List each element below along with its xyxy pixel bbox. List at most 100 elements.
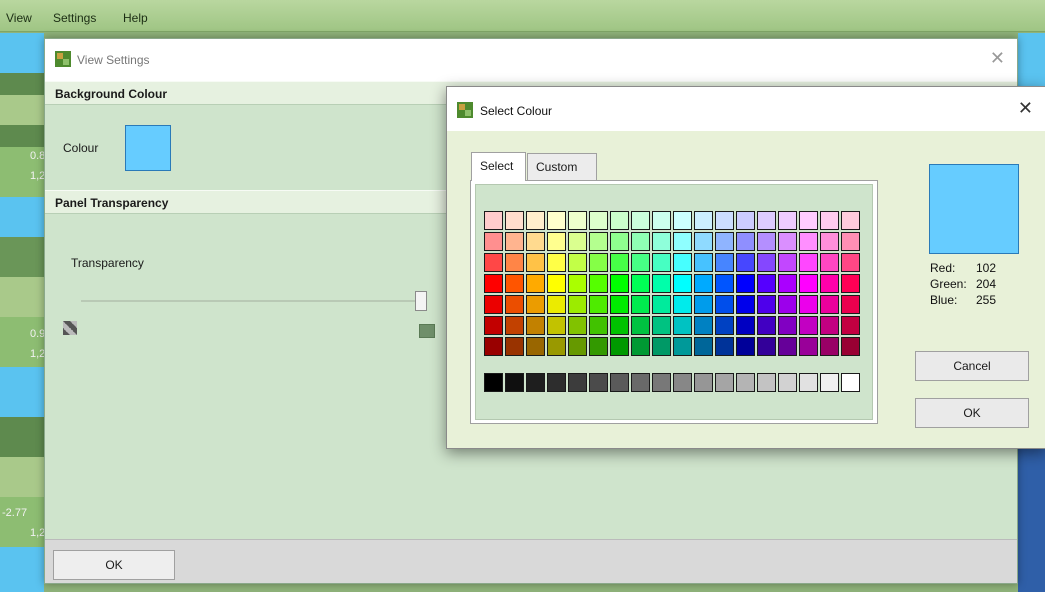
palette-swatch[interactable] [757, 316, 776, 335]
palette-swatch[interactable] [526, 295, 545, 314]
palette-swatch[interactable] [799, 337, 818, 356]
colour-swatch[interactable] [125, 125, 171, 171]
palette-swatch[interactable] [484, 232, 503, 251]
palette-swatch[interactable] [757, 253, 776, 272]
palette-swatch[interactable] [715, 211, 734, 230]
palette-swatch[interactable] [778, 295, 797, 314]
palette-swatch[interactable] [631, 232, 650, 251]
palette-swatch[interactable] [694, 274, 713, 293]
palette-swatch[interactable] [778, 337, 797, 356]
palette-swatch[interactable] [505, 295, 524, 314]
tab-custom[interactable]: Custom [527, 153, 597, 180]
palette-swatch[interactable] [736, 316, 755, 335]
palette-swatch[interactable] [694, 316, 713, 335]
tab-select[interactable]: Select [471, 152, 526, 181]
palette-swatch[interactable] [526, 232, 545, 251]
palette-swatch[interactable] [589, 337, 608, 356]
palette-swatch[interactable] [526, 337, 545, 356]
grayscale-swatch[interactable] [841, 373, 860, 392]
palette-swatch[interactable] [610, 316, 629, 335]
palette-swatch[interactable] [589, 211, 608, 230]
palette-swatch[interactable] [799, 295, 818, 314]
menu-view[interactable]: View [6, 11, 32, 25]
palette-swatch[interactable] [589, 295, 608, 314]
palette-swatch[interactable] [484, 274, 503, 293]
palette-swatch[interactable] [526, 274, 545, 293]
palette-swatch[interactable] [547, 274, 566, 293]
palette-swatch[interactable] [568, 253, 587, 272]
palette-swatch[interactable] [778, 232, 797, 251]
palette-swatch[interactable] [694, 232, 713, 251]
cancel-button[interactable]: Cancel [915, 351, 1029, 381]
palette-swatch[interactable] [736, 211, 755, 230]
palette-swatch[interactable] [757, 295, 776, 314]
palette-swatch[interactable] [631, 211, 650, 230]
palette-swatch[interactable] [820, 232, 839, 251]
palette-swatch[interactable] [505, 337, 524, 356]
palette-swatch[interactable] [715, 337, 734, 356]
palette-swatch[interactable] [484, 316, 503, 335]
palette-swatch[interactable] [736, 337, 755, 356]
palette-swatch[interactable] [673, 253, 692, 272]
palette-swatch[interactable] [736, 232, 755, 251]
palette-swatch[interactable] [778, 316, 797, 335]
palette-swatch[interactable] [652, 232, 671, 251]
grayscale-swatch[interactable] [778, 373, 797, 392]
grayscale-swatch[interactable] [505, 373, 524, 392]
palette-swatch[interactable] [610, 337, 629, 356]
palette-swatch[interactable] [673, 232, 692, 251]
palette-swatch[interactable] [757, 211, 776, 230]
grayscale-swatch[interactable] [820, 373, 839, 392]
palette-swatch[interactable] [799, 316, 818, 335]
grayscale-swatch[interactable] [799, 373, 818, 392]
palette-swatch[interactable] [505, 274, 524, 293]
palette-swatch[interactable] [652, 295, 671, 314]
palette-swatch[interactable] [757, 274, 776, 293]
palette-swatch[interactable] [736, 253, 755, 272]
palette-swatch[interactable] [589, 253, 608, 272]
palette-swatch[interactable] [589, 232, 608, 251]
palette-swatch[interactable] [715, 295, 734, 314]
palette-swatch[interactable] [631, 316, 650, 335]
palette-swatch[interactable] [799, 232, 818, 251]
menu-settings[interactable]: Settings [53, 11, 96, 25]
palette-swatch[interactable] [820, 295, 839, 314]
palette-swatch[interactable] [568, 316, 587, 335]
palette-swatch[interactable] [799, 211, 818, 230]
palette-swatch[interactable] [841, 295, 860, 314]
close-icon[interactable]: ✕ [1018, 98, 1033, 119]
palette-swatch[interactable] [778, 274, 797, 293]
ok-button[interactable]: OK [915, 398, 1029, 428]
palette-swatch[interactable] [778, 253, 797, 272]
palette-swatch[interactable] [610, 211, 629, 230]
palette-swatch[interactable] [673, 316, 692, 335]
palette-swatch[interactable] [841, 316, 860, 335]
view-settings-titlebar[interactable]: View Settings ✕ [45, 39, 1017, 81]
grayscale-swatch[interactable] [673, 373, 692, 392]
palette-swatch[interactable] [799, 274, 818, 293]
palette-swatch[interactable] [568, 295, 587, 314]
palette-swatch[interactable] [547, 211, 566, 230]
grayscale-swatch[interactable] [610, 373, 629, 392]
palette-swatch[interactable] [631, 337, 650, 356]
palette-swatch[interactable] [631, 295, 650, 314]
palette-swatch[interactable] [652, 316, 671, 335]
grayscale-swatch[interactable] [736, 373, 755, 392]
grayscale-swatch[interactable] [652, 373, 671, 392]
transparency-slider[interactable] [81, 300, 421, 302]
palette-swatch[interactable] [694, 253, 713, 272]
palette-swatch[interactable] [757, 337, 776, 356]
palette-swatch[interactable] [715, 274, 734, 293]
palette-swatch[interactable] [694, 337, 713, 356]
palette-swatch[interactable] [841, 232, 860, 251]
palette-swatch[interactable] [820, 274, 839, 293]
palette-swatch[interactable] [652, 337, 671, 356]
palette-swatch[interactable] [715, 232, 734, 251]
palette-swatch[interactable] [694, 295, 713, 314]
palette-swatch[interactable] [715, 316, 734, 335]
grayscale-swatch[interactable] [568, 373, 587, 392]
palette-swatch[interactable] [694, 211, 713, 230]
ok-button[interactable]: OK [53, 550, 175, 580]
palette-swatch[interactable] [484, 211, 503, 230]
palette-swatch[interactable] [673, 295, 692, 314]
